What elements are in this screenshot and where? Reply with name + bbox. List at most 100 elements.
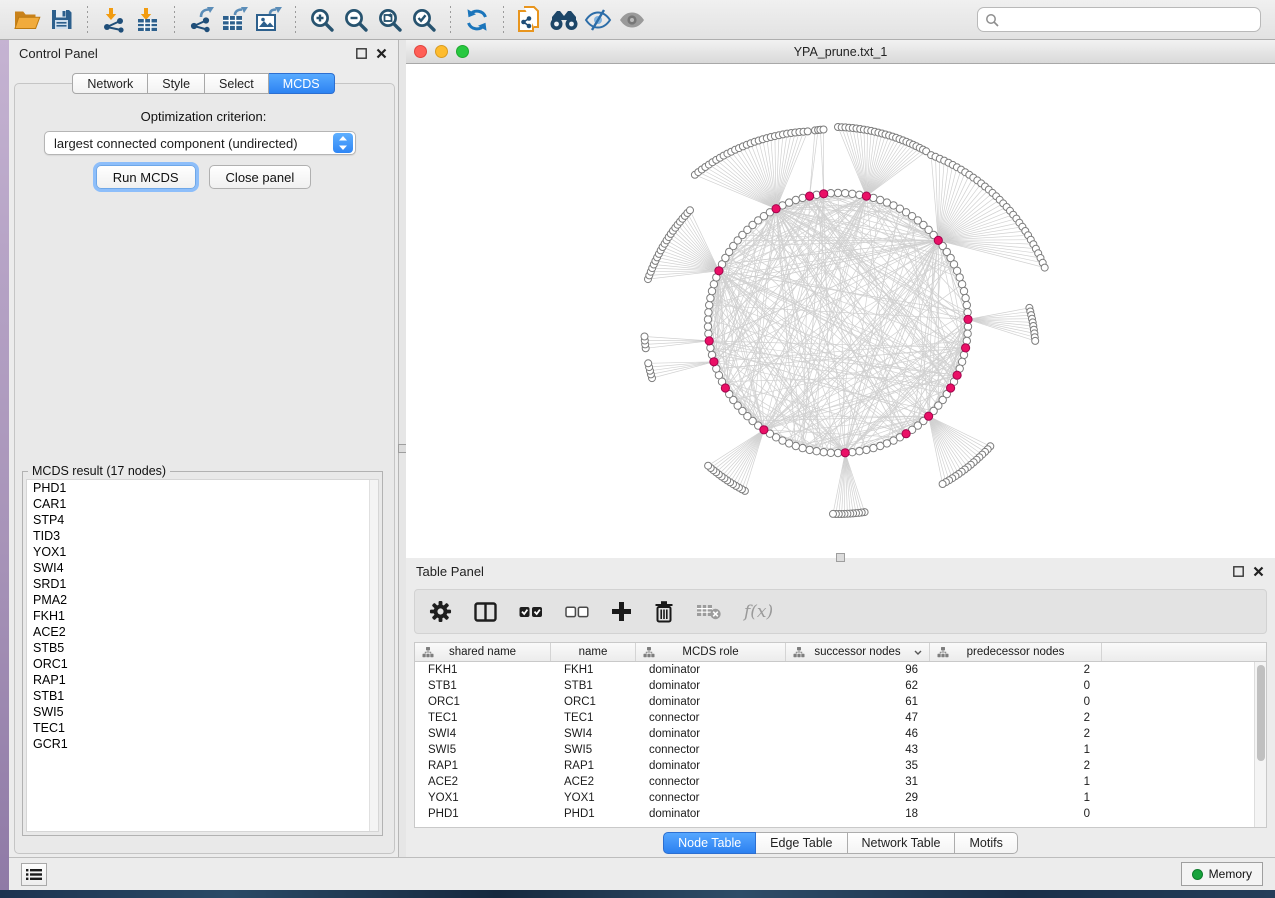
deselect-all-icon[interactable]: [565, 606, 589, 618]
import-table-button[interactable]: [131, 4, 165, 36]
optimization-criterion-select[interactable]: largest connected component (undirected): [44, 131, 356, 155]
table-row[interactable]: ORC1ORC1dominator610: [415, 694, 1254, 710]
table-cell-name[interactable]: PHD1: [551, 806, 636, 822]
settings-gear-icon[interactable]: [429, 600, 452, 623]
vertical-splitter[interactable]: [398, 40, 406, 857]
list-item[interactable]: STB1: [27, 688, 378, 704]
table-cell-predecessor-nodes[interactable]: 0: [930, 806, 1102, 822]
table-cell-mcds-role[interactable]: dominator: [636, 758, 786, 774]
table-row[interactable]: YOX1YOX1connector291: [415, 790, 1254, 806]
zoom-in-button[interactable]: [305, 4, 339, 36]
table-row[interactable]: SWI5SWI5connector431: [415, 742, 1254, 758]
table-cell-mcds-role[interactable]: dominator: [636, 678, 786, 694]
list-item[interactable]: TEC1: [27, 720, 378, 736]
tab-mcds[interactable]: MCDS: [269, 73, 335, 94]
table-cell-name[interactable]: TEC1: [551, 710, 636, 726]
table-row[interactable]: ACE2ACE2connector311: [415, 774, 1254, 790]
network-canvas[interactable]: [406, 64, 1275, 558]
table-cell-mcds-role[interactable]: connector: [636, 742, 786, 758]
list-item[interactable]: CAR1: [27, 496, 378, 512]
tab-network-table[interactable]: Network Table: [848, 832, 956, 854]
zoom-fit-button[interactable]: [373, 4, 407, 36]
table-cell-mcds-role[interactable]: connector: [636, 790, 786, 806]
table-cell-predecessor-nodes[interactable]: 1: [930, 790, 1102, 806]
close-panel-icon[interactable]: [375, 47, 388, 60]
table-cell-mcds-role[interactable]: connector: [636, 710, 786, 726]
list-item[interactable]: STB5: [27, 640, 378, 656]
list-item[interactable]: ACE2: [27, 624, 378, 640]
table-cell-mcds-role[interactable]: dominator: [636, 726, 786, 742]
column-header-name[interactable]: name: [551, 643, 636, 661]
column-header-successor-nodes[interactable]: successor nodes: [786, 643, 930, 661]
table-cell-predecessor-nodes[interactable]: 2: [930, 726, 1102, 742]
table-cell-name[interactable]: SWI5: [551, 742, 636, 758]
float-window-icon[interactable]: [355, 47, 368, 60]
table-cell-successor-nodes[interactable]: 29: [786, 790, 930, 806]
table-cell-predecessor-nodes[interactable]: 2: [930, 710, 1102, 726]
delete-column-icon[interactable]: [654, 600, 674, 623]
table-cell-successor-nodes[interactable]: 61: [786, 694, 930, 710]
table-cell-successor-nodes[interactable]: 35: [786, 758, 930, 774]
table-cell-successor-nodes[interactable]: 18: [786, 806, 930, 822]
table-cell-shared-name[interactable]: FKH1: [415, 662, 551, 678]
export-table-button[interactable]: [218, 4, 252, 36]
tab-motifs[interactable]: Motifs: [955, 832, 1017, 854]
table-cell-successor-nodes[interactable]: 62: [786, 678, 930, 694]
table-cell-shared-name[interactable]: ORC1: [415, 694, 551, 710]
splitter-handle[interactable]: [836, 553, 845, 562]
table-cell-name[interactable]: RAP1: [551, 758, 636, 774]
save-session-button[interactable]: [44, 4, 78, 36]
table-row[interactable]: RAP1RAP1dominator352: [415, 758, 1254, 774]
tab-select[interactable]: Select: [205, 73, 269, 94]
table-cell-name[interactable]: YOX1: [551, 790, 636, 806]
table-cell-predecessor-nodes[interactable]: 0: [930, 678, 1102, 694]
table-row[interactable]: FKH1FKH1dominator962: [415, 662, 1254, 678]
table-cell-shared-name[interactable]: YOX1: [415, 790, 551, 806]
table-cell-predecessor-nodes[interactable]: 0: [930, 694, 1102, 710]
show-panel-button[interactable]: [615, 4, 649, 36]
add-column-icon[interactable]: [611, 601, 632, 622]
table-cell-shared-name[interactable]: SWI5: [415, 742, 551, 758]
table-cell-shared-name[interactable]: PHD1: [415, 806, 551, 822]
sort-chevron-icon[interactable]: [914, 650, 922, 655]
table-cell-name[interactable]: FKH1: [551, 662, 636, 678]
export-network-button[interactable]: [184, 4, 218, 36]
refresh-button[interactable]: [460, 4, 494, 36]
table-cell-name[interactable]: SWI4: [551, 726, 636, 742]
table-scrollbar[interactable]: [1254, 662, 1266, 827]
list-item[interactable]: SWI5: [27, 704, 378, 720]
table-cell-mcds-role[interactable]: dominator: [636, 806, 786, 822]
table-cell-shared-name[interactable]: SWI4: [415, 726, 551, 742]
hide-panel-button[interactable]: [581, 4, 615, 36]
export-image-button[interactable]: [252, 4, 286, 36]
table-cell-successor-nodes[interactable]: 46: [786, 726, 930, 742]
table-row[interactable]: STB1STB1dominator620: [415, 678, 1254, 694]
memory-button[interactable]: Memory: [1181, 862, 1263, 886]
table-cell-shared-name[interactable]: STB1: [415, 678, 551, 694]
table-row[interactable]: PHD1PHD1dominator180: [415, 806, 1254, 822]
table-cell-successor-nodes[interactable]: 47: [786, 710, 930, 726]
run-mcds-button[interactable]: Run MCDS: [96, 165, 196, 189]
table-cell-name[interactable]: STB1: [551, 678, 636, 694]
close-panel-button[interactable]: Close panel: [209, 165, 312, 189]
column-header-predecessor-nodes[interactable]: predecessor nodes: [930, 643, 1102, 661]
table-cell-successor-nodes[interactable]: 96: [786, 662, 930, 678]
network-file-share-button[interactable]: [513, 4, 547, 36]
mcds-result-list[interactable]: PHD1CAR1STP4TID3YOX1SWI4SRD1PMA2FKH1ACE2…: [26, 479, 379, 832]
list-item[interactable]: SRD1: [27, 576, 378, 592]
select-all-icon[interactable]: [519, 606, 543, 618]
table-row[interactable]: TEC1TEC1connector472: [415, 710, 1254, 726]
table-cell-name[interactable]: ACE2: [551, 774, 636, 790]
network-titlebar[interactable]: YPA_prune.txt_1: [406, 40, 1275, 64]
tab-node-table[interactable]: Node Table: [663, 832, 756, 854]
import-network-button[interactable]: [97, 4, 131, 36]
table-row[interactable]: SWI4SWI4dominator462: [415, 726, 1254, 742]
table-cell-predecessor-nodes[interactable]: 2: [930, 758, 1102, 774]
table-cell-name[interactable]: ORC1: [551, 694, 636, 710]
open-folder-button[interactable]: [10, 4, 44, 36]
list-item[interactable]: PHD1: [27, 480, 378, 496]
list-item[interactable]: YOX1: [27, 544, 378, 560]
table-cell-predecessor-nodes[interactable]: 2: [930, 662, 1102, 678]
table-cell-mcds-role[interactable]: dominator: [636, 662, 786, 678]
table-cell-successor-nodes[interactable]: 43: [786, 742, 930, 758]
